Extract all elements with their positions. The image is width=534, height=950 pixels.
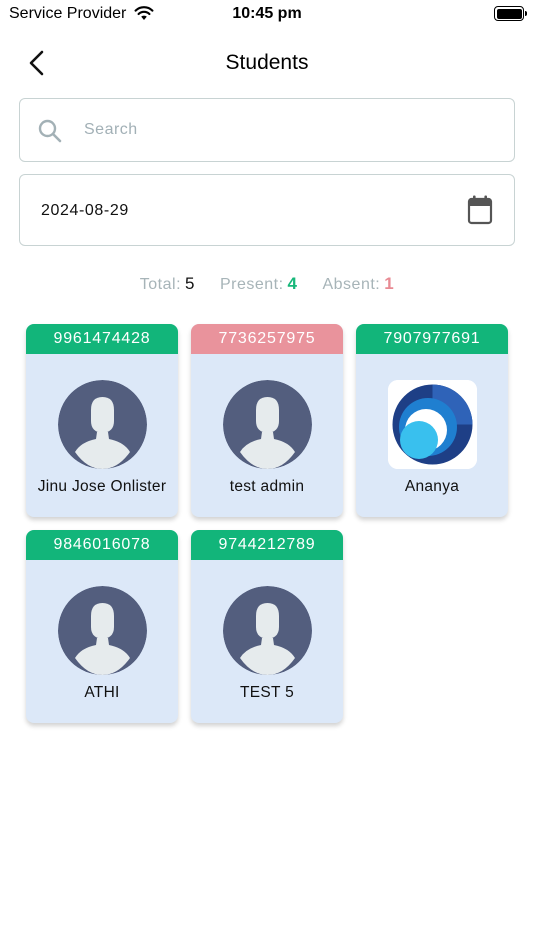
- student-name: Jinu Jose Onlister: [37, 478, 167, 495]
- student-name: ATHI: [84, 684, 120, 701]
- total-value: 5: [185, 274, 195, 293]
- absent-label: Absent:: [322, 276, 381, 293]
- absent-count: Absent: 1: [322, 274, 394, 294]
- total-label: Total:: [139, 276, 182, 293]
- total-count: Total: 5: [140, 274, 195, 294]
- student-phone: 7907977691: [356, 324, 508, 354]
- student-card[interactable]: 7736257975 test admin: [191, 324, 343, 517]
- student-card[interactable]: 9744212789 TEST 5: [191, 530, 343, 723]
- search-icon: [37, 118, 63, 149]
- student-name: Ananya: [404, 478, 460, 495]
- student-name: TEST 5: [239, 684, 295, 701]
- student-phone: 9846016078: [26, 530, 178, 560]
- absent-value: 1: [384, 274, 395, 293]
- student-card[interactable]: 7907977691 Ananya: [356, 324, 508, 517]
- page-title: Students: [225, 51, 309, 74]
- attendance-summary: Total: 5 Present: 4 Absent: 1: [0, 274, 534, 294]
- student-name: test admin: [229, 478, 305, 495]
- student-phone: 9961474428: [26, 324, 178, 354]
- search-input[interactable]: [84, 99, 494, 161]
- present-value: 4: [287, 274, 298, 293]
- present-count: Present: 4: [220, 274, 298, 294]
- nav-bar: Students: [0, 40, 534, 86]
- default-avatar-icon: [58, 586, 147, 675]
- default-avatar-icon: [223, 380, 312, 469]
- battery-icon: [494, 6, 527, 21]
- search-box[interactable]: [19, 98, 515, 162]
- student-card[interactable]: 9846016078 ATHI: [26, 530, 178, 723]
- default-avatar-icon: [223, 586, 312, 675]
- status-bar: Service Provider 10:45 pm: [0, 0, 534, 28]
- logo-avatar-icon: [388, 380, 477, 469]
- default-avatar-icon: [58, 380, 147, 469]
- present-label: Present:: [219, 276, 284, 293]
- date-value: 2024-08-29: [41, 202, 129, 219]
- student-phone: 9744212789: [191, 530, 343, 560]
- date-picker-field[interactable]: 2024-08-29: [19, 174, 515, 246]
- status-time: 10:45 pm: [232, 5, 302, 22]
- student-phone: 7736257975: [191, 324, 343, 354]
- student-card[interactable]: 9961474428 Jinu Jose Onlister: [26, 324, 178, 517]
- calendar-icon[interactable]: [467, 195, 493, 230]
